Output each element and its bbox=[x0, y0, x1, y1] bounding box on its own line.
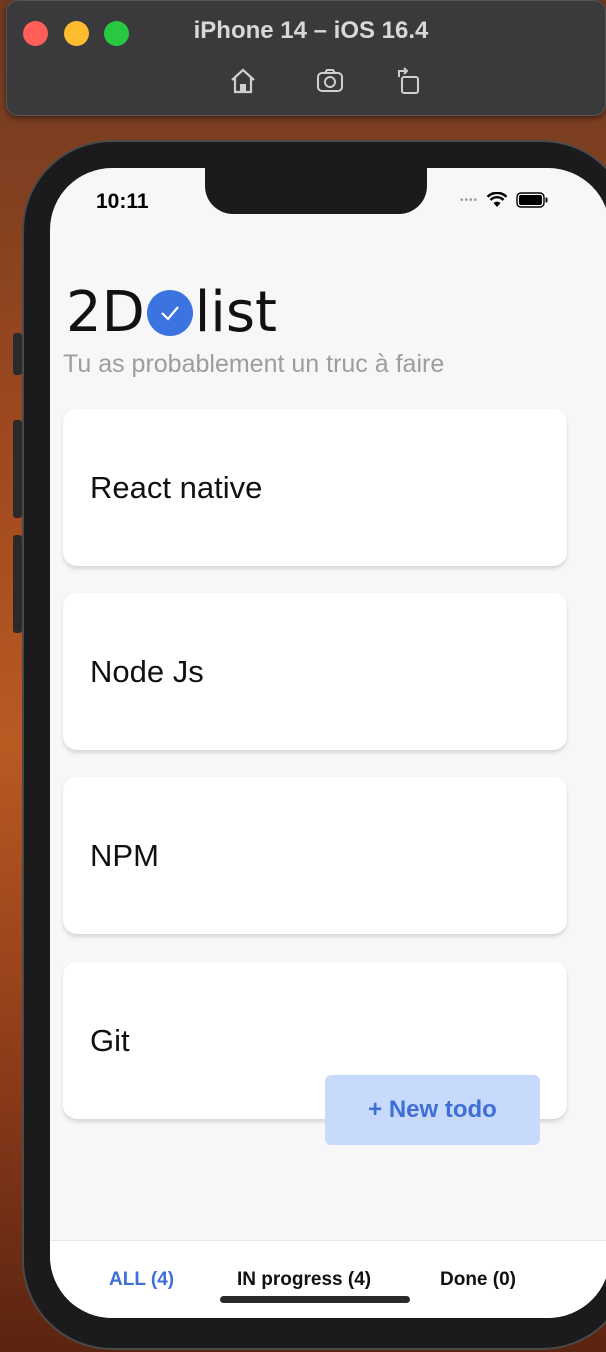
status-icons: •••• bbox=[460, 192, 548, 208]
status-time: 10:11 bbox=[96, 190, 149, 213]
signal-dots-icon: •••• bbox=[460, 194, 479, 206]
simulator-title-bar: iPhone 14 – iOS 16.4 bbox=[6, 0, 606, 116]
logo-text-left: 2D bbox=[66, 280, 145, 345]
tab-in-progress[interactable]: IN progress (4) bbox=[237, 1269, 371, 1291]
check-icon bbox=[146, 290, 193, 336]
volume-down-button bbox=[13, 535, 22, 633]
battery-icon bbox=[516, 192, 548, 208]
todo-item[interactable]: React native bbox=[63, 409, 567, 566]
screenshot-icon[interactable] bbox=[312, 63, 348, 99]
todo-label: Node Js bbox=[90, 653, 204, 689]
app-subtitle: Tu as probablement un truc à faire bbox=[63, 350, 445, 378]
tab-all[interactable]: ALL (4) bbox=[109, 1269, 174, 1291]
wifi-icon bbox=[486, 192, 508, 207]
app-logo: 2D list bbox=[66, 283, 277, 343]
todo-label: Git bbox=[90, 1022, 130, 1058]
todo-label: NPM bbox=[90, 837, 159, 873]
todo-item[interactable]: NPM bbox=[63, 777, 567, 934]
home-indicator bbox=[220, 1296, 410, 1303]
tab-done[interactable]: Done (0) bbox=[440, 1269, 516, 1291]
simulator-title: iPhone 14 – iOS 16.4 bbox=[193, 17, 429, 44]
volume-up-button bbox=[13, 420, 22, 518]
new-todo-button[interactable]: + New todo bbox=[325, 1075, 540, 1145]
tab-bar: ALL (4) IN progress (4) Done (0) bbox=[50, 1240, 606, 1318]
phone-screen: 10:11 •••• 2D list Tu as probablement un… bbox=[50, 168, 606, 1318]
mute-switch bbox=[13, 333, 22, 375]
notch bbox=[205, 168, 427, 214]
home-icon[interactable] bbox=[225, 63, 261, 99]
logo-text-right: list bbox=[194, 280, 277, 345]
todo-item[interactable]: Node Js bbox=[63, 593, 567, 750]
todo-label: React native bbox=[90, 469, 263, 505]
rotate-icon[interactable] bbox=[391, 63, 427, 99]
